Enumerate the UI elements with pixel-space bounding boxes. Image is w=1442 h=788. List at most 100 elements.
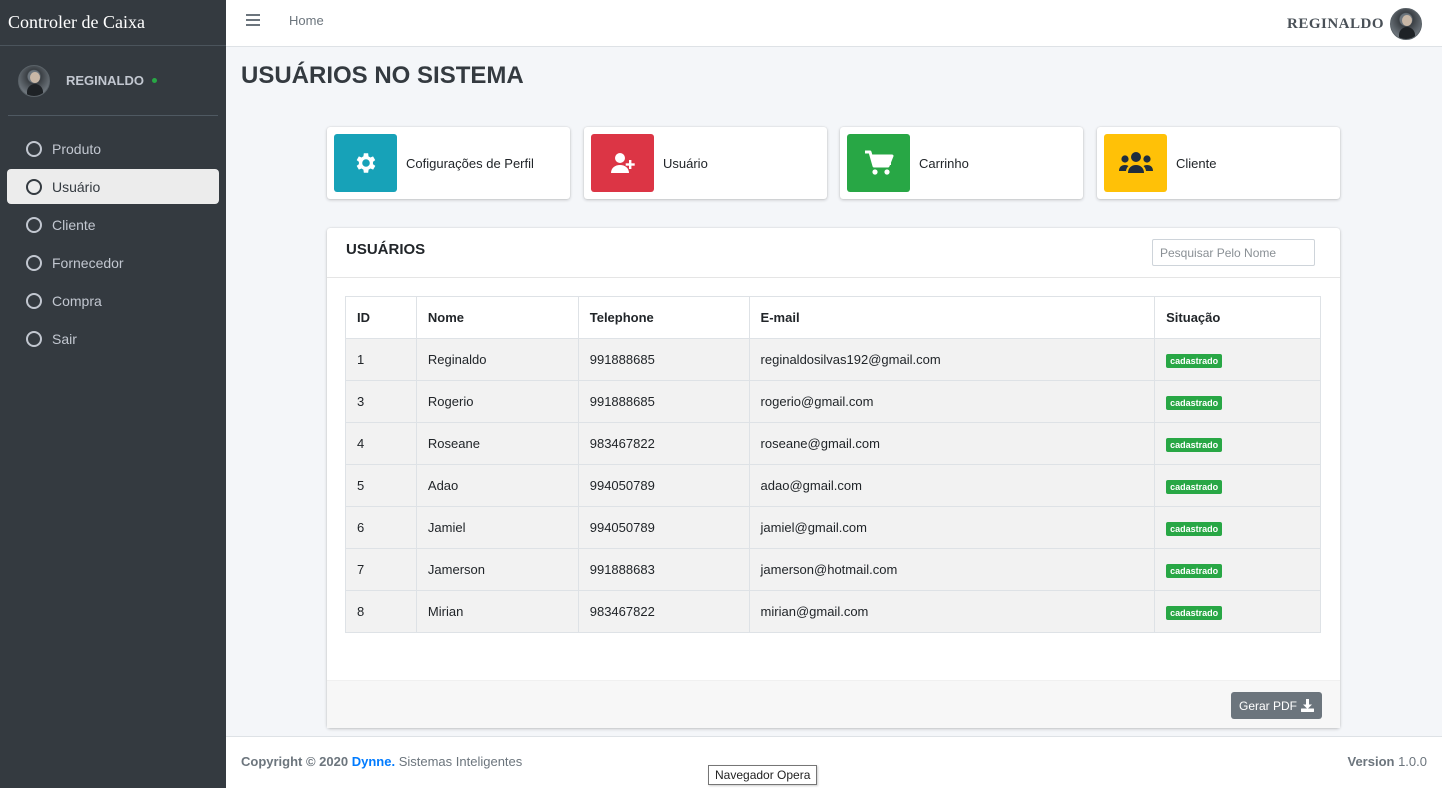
cell-nome: Rogerio [415,380,579,423]
info-box-label: Cofigurações de Perfil [406,155,534,171]
column-header-situacao[interactable]: Situação [1154,296,1321,339]
gear-icon [334,134,397,192]
top-user-name[interactable]: REGINALDO [1287,16,1384,33]
status-badge: cadastrado [1166,395,1223,410]
cart-icon [847,134,910,192]
cell-nome: Jamiel [415,506,579,549]
cell-situacao: cadastrado [1154,590,1321,633]
card-footer: Gerar PDF [327,680,1340,728]
status-badge: cadastrado [1166,353,1223,368]
status-badge: cadastrado [1166,437,1223,452]
card-title: USUÁRIOS [346,241,426,258]
browser-tooltip: Navegador Opera [708,765,818,785]
status-badge: cadastrado [1166,521,1223,536]
cell-email: mirian@gmail.com [748,590,1156,633]
cell-email: roseane@gmail.com [748,422,1156,465]
column-header-id[interactable]: ID [345,296,417,339]
sidebar-item-label: Usuário [52,178,101,195]
cell-situacao: cadastrado [1154,380,1321,423]
table-row[interactable]: 6 Jamiel 994050789 jamiel@gmail.com cada… [345,506,1321,549]
version-label: Version [1347,754,1395,769]
table-row[interactable]: 7 Jamerson 991888683 jamerson@hotmail.co… [345,548,1321,591]
generate-pdf-button[interactable]: Gerar PDF [1230,692,1322,719]
circle-icon [26,254,42,271]
cell-id: 3 [345,380,417,423]
cell-situacao: cadastrado [1154,422,1321,465]
avatar[interactable] [1390,8,1422,40]
search-input[interactable] [1152,239,1315,266]
cell-telephone: 991888685 [577,338,750,381]
menu-toggle-icon[interactable] [246,14,260,26]
info-box-label: Cliente [1176,155,1217,171]
sidebar-item-cliente[interactable]: Cliente [7,207,219,242]
sidebar-user-name[interactable]: REGINALDO [66,73,144,88]
info-box-cliente[interactable]: Cliente [1097,127,1340,199]
circle-icon [26,140,42,157]
cell-telephone: 983467822 [577,590,750,633]
sidebar-item-label: Cliente [52,216,96,233]
page-footer: Copyright © 2020 Dynne. Sistemas Intelig… [226,736,1442,788]
sidebar-item-usuario[interactable]: Usuário [7,169,219,204]
cell-nome: Mirian [415,590,579,633]
version-number: 1.0.0 [1398,754,1427,769]
info-box-profile-settings[interactable]: Cofigurações de Perfil [327,127,570,199]
users-table: ID Nome Telephone E-mail Situação 1 Regi… [345,296,1321,633]
status-badge: cadastrado [1166,563,1223,578]
copyright-prefix: Copyright © 2020 [241,754,349,769]
table-row[interactable]: 1 Reginaldo 991888685 reginaldosilvas192… [345,338,1321,381]
avatar[interactable] [18,64,50,97]
column-header-email[interactable]: E-mail [748,296,1156,339]
column-header-telephone[interactable]: Telephone [577,296,750,339]
cell-email: rogerio@gmail.com [748,380,1156,423]
circle-icon [26,216,42,233]
cell-telephone: 994050789 [577,506,750,549]
download-icon [1301,699,1314,712]
sidebar-item-produto[interactable]: Produto [7,131,219,166]
sidebar: Controler de Caixa REGINALDO Produto Usu… [0,0,226,788]
users-icon [1104,134,1167,192]
sidebar-item-label: Fornecedor [52,254,124,271]
sidebar-item-sair[interactable]: Sair [7,321,219,356]
cell-email: jamerson@hotmail.com [748,548,1156,591]
cell-nome: Adao [415,464,579,507]
cell-id: 6 [345,506,417,549]
circle-icon [26,330,42,347]
cell-telephone: 991888685 [577,380,750,423]
table-header-row: ID Nome Telephone E-mail Situação [345,296,1321,339]
sidebar-item-label: Compra [52,292,102,309]
sidebar-item-compra[interactable]: Compra [7,283,219,318]
sidebar-item-label: Produto [52,140,102,157]
cell-telephone: 983467822 [577,422,750,465]
info-box-label: Carrinho [919,155,969,171]
sidebar-item-fornecedor[interactable]: Fornecedor [7,245,219,280]
column-header-nome[interactable]: Nome [415,296,579,339]
cell-nome: Jamerson [415,548,579,591]
top-user-menu[interactable]: REGINALDO [1287,8,1422,40]
info-box-label: Usuário [663,155,708,171]
cell-nome: Roseane [415,422,579,465]
pdf-button-label: Gerar PDF [1238,698,1297,713]
cell-email: reginaldosilvas192@gmail.com [748,338,1156,381]
version-text: Version 1.0.0 [1347,754,1427,769]
user-panel: REGINALDO [8,46,218,116]
brand-title[interactable]: Controler de Caixa [0,0,226,46]
cell-id: 1 [345,338,417,381]
home-link[interactable]: Home [289,13,324,28]
copyright-text: Copyright © 2020 Dynne. Sistemas Intelig… [241,754,522,769]
dynne-link[interactable]: Dynne. [352,754,395,769]
info-box-carrinho[interactable]: Carrinho [840,127,1083,199]
info-box-usuario[interactable]: Usuário [584,127,827,199]
users-card: USUÁRIOS ID Nome Telephone E-mail Situaç… [327,228,1340,728]
cell-id: 5 [345,464,417,507]
table-row[interactable]: 3 Rogerio 991888685 rogerio@gmail.com ca… [345,380,1321,423]
status-badge: cadastrado [1166,479,1223,494]
card-header: USUÁRIOS [327,228,1340,278]
cell-nome: Reginaldo [415,338,579,381]
cell-telephone: 991888683 [577,548,750,591]
table-row[interactable]: 4 Roseane 983467822 roseane@gmail.com ca… [345,422,1321,465]
table-row[interactable]: 5 Adao 994050789 adao@gmail.com cadastra… [345,464,1321,507]
cell-situacao: cadastrado [1154,506,1321,549]
cell-id: 8 [345,590,417,633]
top-navbar: Home REGINALDO [226,0,1442,47]
table-row[interactable]: 8 Mirian 983467822 mirian@gmail.com cada… [345,590,1321,633]
